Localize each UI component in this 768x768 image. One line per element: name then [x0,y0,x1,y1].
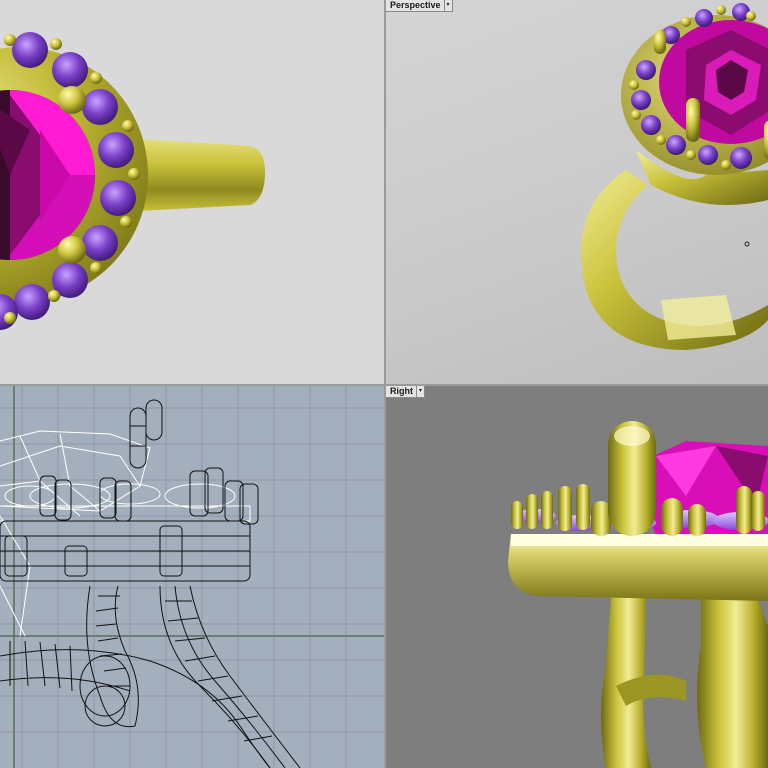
viewport-divider-horizontal[interactable] [0,384,768,386]
viewport-top[interactable] [0,0,384,384]
viewport-right[interactable]: Right ▾ [386,386,768,768]
viewport-title[interactable]: Right [386,386,417,398]
perspective-view-render [581,3,768,350]
cursor-point [744,241,750,247]
viewport-label-perspective[interactable]: Perspective ▾ [386,0,453,12]
viewport-perspective[interactable]: Perspective ▾ [386,0,768,384]
chevron-down-icon[interactable]: ▾ [417,386,425,398]
right-view-render [508,421,768,768]
chevron-down-icon[interactable]: ▾ [444,0,453,12]
front-wireframe-render [0,386,384,768]
viewport-title[interactable]: Perspective [386,0,445,12]
top-view-render [0,32,266,330]
viewport-label-right[interactable]: Right ▾ [386,386,425,398]
viewport-front-wireframe[interactable] [0,386,384,768]
